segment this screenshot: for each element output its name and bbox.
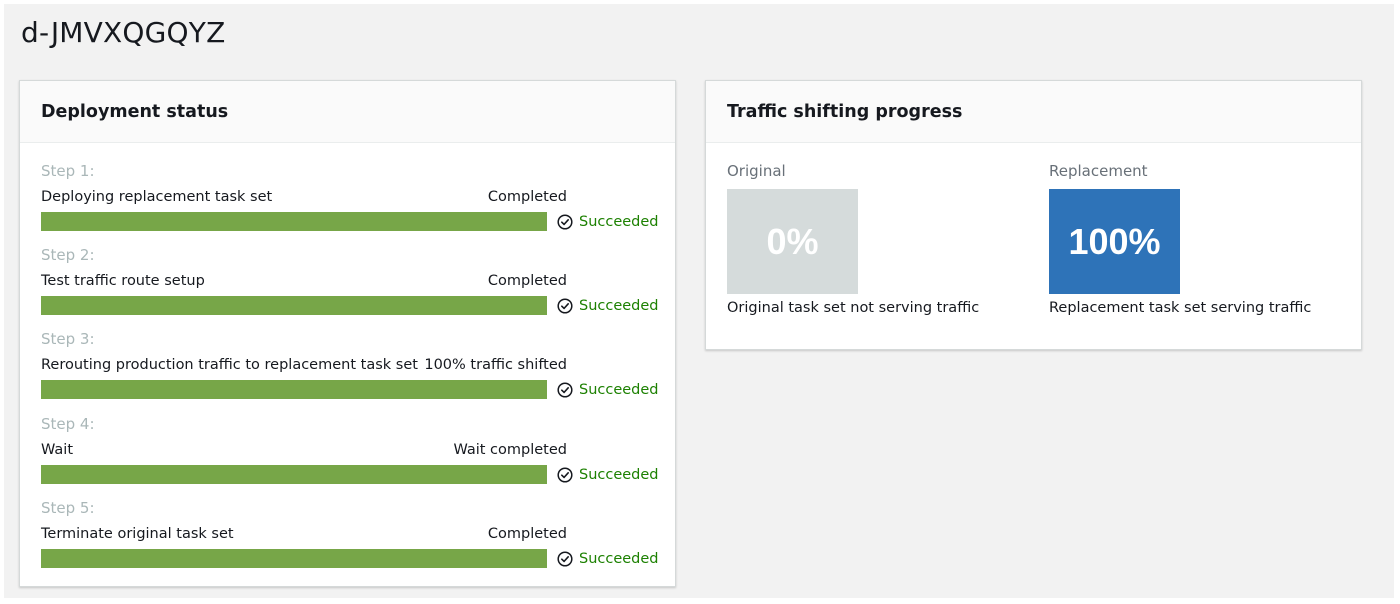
replacement-description: Replacement task set serving traffic [1049, 300, 1312, 316]
step-row: Wait Wait completed Succeeded [41, 440, 661, 484]
step-progress-bar [41, 465, 547, 484]
step-result: Succeeded [557, 549, 659, 568]
step-state: Completed [487, 273, 567, 289]
step-result-text: Succeeded [579, 297, 659, 314]
check-circle-icon [557, 466, 573, 483]
step-row: Test traffic route setup Completed Succe… [41, 271, 661, 315]
step-result: Succeeded [557, 296, 659, 315]
step-progress-bar [41, 212, 547, 231]
replacement-label: Replacement [1049, 162, 1148, 180]
page-background: d-JMVXQGQYZ Deployment status Step 1: De… [4, 4, 1394, 598]
step-label: Step 4: [41, 415, 95, 433]
step-4: Step 4: Wait Wait completed Succeeded [41, 414, 661, 484]
check-circle-icon [557, 213, 573, 230]
step-state: Wait completed [453, 442, 567, 458]
step-5: Step 5: Terminate original task set Comp… [41, 498, 661, 568]
check-circle-icon [557, 297, 573, 314]
step-label: Step 5: [41, 499, 95, 517]
step-name: Deploying replacement task set [41, 189, 273, 205]
step-progress-bar [41, 549, 547, 568]
step-progress-bar [41, 296, 547, 315]
step-name: Test traffic route setup [41, 273, 205, 289]
step-progress-fill [41, 549, 547, 568]
step-result: Succeeded [557, 465, 659, 484]
step-name: Terminate original task set [41, 526, 234, 542]
page-title: d-JMVXQGQYZ [21, 16, 226, 49]
original-label: Original [727, 162, 786, 180]
step-label: Step 1: [41, 162, 95, 180]
step-label: Step 3: [41, 330, 95, 348]
replacement-percent: 100% [1068, 220, 1161, 262]
traffic-shifting-panel: Traffic shifting progress Original 0% Or… [705, 80, 1362, 350]
step-row: Terminate original task set Completed Su… [41, 524, 661, 568]
original-percent: 0% [766, 220, 819, 262]
deployment-status-header: Deployment status [20, 81, 675, 143]
step-progress-fill [41, 296, 547, 315]
step-result: Succeeded [557, 212, 659, 231]
step-result: Succeeded [557, 380, 659, 399]
step-3: Step 3: Rerouting production traffic to … [41, 329, 661, 399]
step-progress-fill [41, 465, 547, 484]
step-result-text: Succeeded [579, 381, 659, 398]
step-result-text: Succeeded [579, 213, 659, 230]
step-progress-fill [41, 380, 547, 399]
traffic-shifting-header: Traffic shifting progress [706, 81, 1361, 143]
step-row: Deploying replacement task set Completed… [41, 187, 661, 231]
replacement-traffic: Replacement 100% Replacement task set se… [1049, 161, 1349, 316]
step-state: Completed [487, 526, 567, 542]
step-result-text: Succeeded [579, 466, 659, 483]
step-result-text: Succeeded [579, 550, 659, 567]
step-row: Rerouting production traffic to replacem… [41, 355, 661, 399]
step-progress-bar [41, 380, 547, 399]
original-traffic: Original 0% Original task set not servin… [727, 161, 1027, 316]
step-progress-fill [41, 212, 547, 231]
original-description: Original task set not serving traffic [727, 300, 980, 316]
step-state: Completed [487, 189, 567, 205]
traffic-shifting-title: Traffic shifting progress [727, 101, 963, 122]
step-state: 100% traffic shifted [424, 357, 567, 373]
original-percent-box: 0% [727, 189, 858, 294]
step-name: Wait [41, 442, 74, 458]
step-name: Rerouting production traffic to replacem… [41, 357, 418, 373]
step-1: Step 1: Deploying replacement task set C… [41, 161, 661, 231]
check-circle-icon [557, 381, 573, 398]
check-circle-icon [557, 550, 573, 567]
deployment-status-panel: Deployment status Step 1: Deploying repl… [19, 80, 676, 587]
step-2: Step 2: Test traffic route setup Complet… [41, 245, 661, 315]
step-label: Step 2: [41, 246, 95, 264]
deployment-status-title: Deployment status [41, 101, 229, 122]
replacement-percent-box: 100% [1049, 189, 1180, 294]
